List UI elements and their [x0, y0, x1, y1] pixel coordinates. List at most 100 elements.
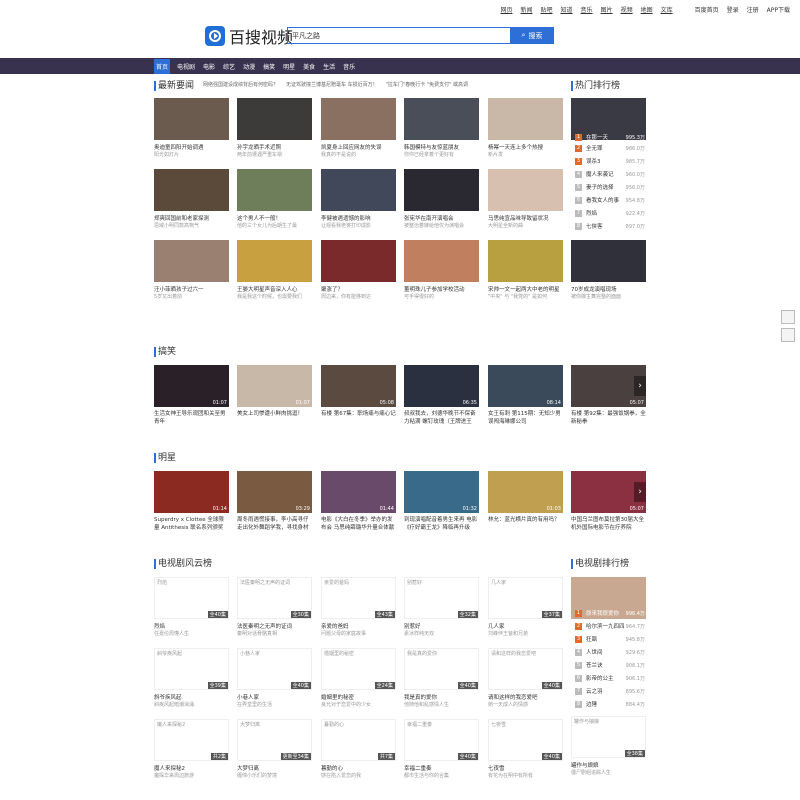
- news-title[interactable]: 马思纯宣品味导致留状况: [488, 214, 563, 222]
- top-link[interactable]: 注册: [747, 5, 759, 14]
- news-title[interactable]: 杨幂一天连上多个热搜: [488, 143, 563, 151]
- top-link[interactable]: 音乐: [581, 5, 593, 14]
- hot-rank-item[interactable]: 2 全无罪 986.0万: [575, 144, 645, 152]
- hot-rank-item[interactable]: 4 魔人来袭记 960.0万: [575, 170, 645, 178]
- nav-item[interactable]: 电视剧: [176, 62, 196, 71]
- news-thumbnail[interactable]: [571, 240, 646, 282]
- news-thumbnail[interactable]: [321, 98, 396, 140]
- top-link[interactable]: 文库: [661, 5, 673, 14]
- funny-video-thumbnail[interactable]: 01:07: [237, 365, 312, 407]
- star-video-thumbnail[interactable]: 01:32: [404, 471, 479, 513]
- nav-item[interactable]: 音乐: [342, 62, 356, 71]
- tv-poster[interactable]: 别惹好 全32集: [404, 577, 479, 619]
- tv-title[interactable]: 魔人来探秘2: [154, 764, 229, 772]
- tv-poster[interactable]: 幸福二重奏 全40集: [404, 719, 479, 761]
- nav-item[interactable]: 综艺: [222, 62, 236, 71]
- news-thumbnail[interactable]: [154, 169, 229, 211]
- news-title[interactable]: 董明珠儿子参加学校活动: [404, 285, 479, 293]
- news-link[interactable]: 网络强国建设成绩背后有何密码？: [203, 81, 278, 88]
- news-title[interactable]: 凯夏身上回应网友的失误: [321, 143, 396, 151]
- nav-item[interactable]: 电影: [202, 62, 216, 71]
- star-video-title[interactable]: 到现演唱配音着男生来再 电影《疗好霸王龙》降临再升级: [404, 516, 479, 532]
- tv-poster[interactable]: 烈焰 全40集: [154, 577, 229, 619]
- tv-title[interactable]: 请和这样的我恋爱吧: [488, 693, 563, 701]
- hot-rank-item[interactable]: 8 七侠客 897.0万: [575, 222, 645, 230]
- news-title[interactable]: 张宪华在南开演唱会: [404, 214, 479, 222]
- news-thumbnail[interactable]: [154, 98, 229, 140]
- news-title[interactable]: 韩国模特与友惊蓝朋友: [404, 143, 479, 151]
- nav-item[interactable]: 明星: [282, 62, 296, 71]
- news-title[interactable]: 孙宇龙晒手术近照: [237, 143, 312, 151]
- news-thumbnail[interactable]: [404, 169, 479, 211]
- news-thumbnail[interactable]: [488, 240, 563, 282]
- top-link[interactable]: APP下载: [767, 5, 790, 14]
- top-link[interactable]: 登录: [727, 5, 739, 14]
- tv-title[interactable]: 暮勤的心: [321, 764, 396, 772]
- funny-video-title[interactable]: 有楼 第92集：最强饭锅拳，全新秘拳: [571, 410, 646, 426]
- funny-video-thumbnail[interactable]: 05:08: [321, 365, 396, 407]
- star-video-title[interactable]: 中国乌兰图布莫拉第30届大全机外国际电影节在疗养院: [571, 516, 646, 532]
- tv-title[interactable]: 我是真的爱你: [404, 693, 479, 701]
- star-video-thumbnail[interactable]: 03:29: [237, 471, 312, 513]
- tv-title[interactable]: 小巷人家: [237, 693, 312, 701]
- tv-rank-poster[interactable]: 罐作与娘娘 全38集: [571, 716, 646, 758]
- hot-rank-item[interactable]: 7 烈焰 922.4万: [575, 209, 645, 217]
- news-thumbnail[interactable]: [404, 240, 479, 282]
- news-title[interactable]: 70岁成龙演唱现场: [571, 285, 646, 293]
- tv-rank-item[interactable]: 5 苍兰诀 908.1万: [575, 661, 645, 669]
- star-video-thumbnail[interactable]: 01:14: [154, 471, 229, 513]
- tv-title[interactable]: 幸福二重奏: [404, 764, 479, 772]
- tv-rank-item[interactable]: 8 边陲 884.4万: [575, 700, 645, 708]
- hot-rank-item[interactable]: 6 看我女人的事 954.8万: [575, 196, 645, 204]
- funny-video-title[interactable]: 美女上司惨遭小鲜肉挑逗！: [237, 410, 312, 426]
- nav-item[interactable]: 生活: [322, 62, 336, 71]
- news-thumbnail[interactable]: [321, 240, 396, 282]
- nav-item[interactable]: 动漫: [242, 62, 256, 71]
- nav-item[interactable]: 美食: [302, 62, 316, 71]
- hot-rank-item[interactable]: 3 误杀3 985.7万: [575, 157, 645, 165]
- tv-title[interactable]: 斜爷疾风起: [154, 693, 229, 701]
- news-title[interactable]: 王晏大明星声音深入人心: [237, 285, 312, 293]
- search-input[interactable]: 平凡之路: [287, 27, 511, 44]
- news-thumbnail[interactable]: [237, 169, 312, 211]
- funny-video-title[interactable]: 叔叔我去，刘德华晚节不保奋力粘满 螺钉玫瑰（王牌进王: [404, 410, 479, 426]
- tv-poster[interactable]: 法医秦明之无声的证词 全30集: [237, 577, 312, 619]
- tv-poster[interactable]: 小巷人家 全40集: [237, 648, 312, 690]
- tv-rank-item[interactable]: 1 原来我很爱你 996.4万: [575, 609, 645, 617]
- nav-item[interactable]: 搞笑: [262, 62, 276, 71]
- tv-poster[interactable]: 魔人来探秘2 共2集: [154, 719, 229, 761]
- tv-title[interactable]: 大梦归离: [237, 764, 312, 772]
- news-thumbnail[interactable]: [237, 240, 312, 282]
- top-link[interactable]: 视频: [621, 5, 633, 14]
- tv-poster[interactable]: 几人家 全37集: [488, 577, 563, 619]
- star-video-title[interactable]: 周冬雨遇慌接事，李小高寻仔走出化外舞蹈学我，寻找身材: [237, 516, 312, 532]
- site-logo[interactable]: 百搜视频: [205, 24, 293, 48]
- news-thumbnail[interactable]: [321, 169, 396, 211]
- mobile-icon[interactable]: [781, 310, 795, 324]
- tv-poster[interactable]: 亲爱的爸妈 全43集: [321, 577, 396, 619]
- news-link[interactable]: 无证驾驶撞兰博基尼赔毫车 车损近百万！: [286, 81, 378, 88]
- star-video-thumbnail[interactable]: 01:44: [321, 471, 396, 513]
- top-link[interactable]: 百度首页: [695, 5, 719, 14]
- news-thumbnail[interactable]: [404, 98, 479, 140]
- news-title[interactable]: 奥迪童四阳开始调遇: [154, 143, 229, 151]
- tv-title[interactable]: 烈焰: [154, 622, 229, 630]
- carousel-next-arrow[interactable]: ›: [634, 482, 646, 502]
- star-video-title[interactable]: Superdry x Clottee 全球限量 Antithesis 联名系列颁…: [154, 516, 229, 532]
- tv-poster[interactable]: 七夜雪 全40集: [488, 719, 563, 761]
- news-title[interactable]: 李健被遇遗憾的影响: [321, 214, 396, 222]
- hot-rank-item[interactable]: 5 妻子的选择 956.0万: [575, 183, 645, 191]
- tv-title[interactable]: 法医秦明之无声的证词: [237, 622, 312, 630]
- hot-rank-item[interactable]: 1 在那一天 995.3万: [575, 133, 645, 141]
- funny-video-title[interactable]: 女王有刺 第115期：无知少男误闯海琳娜公司: [488, 410, 563, 426]
- top-link[interactable]: 知道: [561, 5, 573, 14]
- tv-rank-item[interactable]: 4 人世间 929.6万: [575, 648, 645, 656]
- news-title[interactable]: 聚涨了？: [321, 285, 396, 293]
- tv-rank-item[interactable]: 7 云之羽 895.6万: [575, 687, 645, 695]
- tv-poster[interactable]: 大梦归离 更新至34集: [237, 719, 312, 761]
- top-link[interactable]: 新闻: [520, 5, 532, 14]
- tv-title[interactable]: 别惹好: [404, 622, 479, 630]
- tv-poster[interactable]: 暮勤的心 共7集: [321, 719, 396, 761]
- news-thumbnail[interactable]: [488, 98, 563, 140]
- star-video-title[interactable]: 电影《大白在冬季》举办的发布会 马思纯薛璐华升量合体献: [321, 516, 396, 532]
